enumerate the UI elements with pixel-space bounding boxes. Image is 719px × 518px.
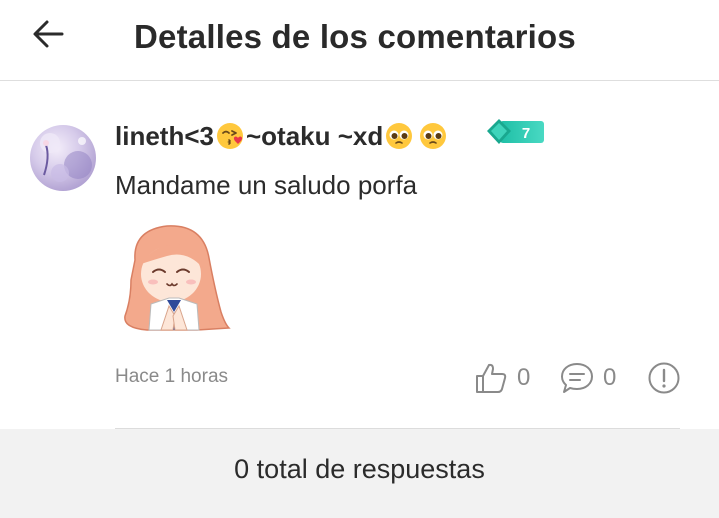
header-bar: Detalles de los comentarios	[0, 0, 719, 81]
comment-bubble-icon	[561, 363, 593, 393]
pleading-face-emoji	[420, 123, 447, 149]
pleading-face-emoji	[386, 123, 413, 149]
level-diamond-icon: 7	[487, 119, 544, 144]
kissing-face-emoji	[216, 123, 243, 149]
page-title: Detalles de los comentarios	[134, 18, 576, 55]
thumbs-up-icon	[476, 363, 507, 393]
reply-count: 0	[603, 364, 617, 391]
like-button[interactable]: 0	[474, 358, 530, 398]
report-button[interactable]	[647, 358, 681, 398]
reply-button[interactable]: 0	[560, 358, 616, 398]
comment-username[interactable]: lineth<3 ~otaku ~xd	[115, 118, 448, 154]
username-middle: ~otaku ~xd	[245, 120, 384, 151]
comment-timestamp: Hace 1 horas	[115, 366, 229, 387]
total-replies-label: 0 total de respuestas	[234, 454, 485, 484]
username-prefix: lineth<3	[115, 120, 214, 151]
comment-text: Mandame un saludo porfa	[115, 170, 418, 200]
anime-girl-praying-sticker	[117, 220, 235, 332]
level-badge: 7	[486, 118, 546, 146]
replies-footer: 0 total de respuestas	[0, 429, 719, 518]
alert-circle-icon	[648, 362, 680, 394]
avatar[interactable]	[30, 125, 96, 191]
back-button[interactable]	[24, 12, 72, 56]
like-count: 0	[517, 364, 531, 391]
avatar-image	[40, 133, 92, 182]
level-number: 7	[522, 125, 530, 142]
arrow-left-icon	[33, 20, 64, 48]
